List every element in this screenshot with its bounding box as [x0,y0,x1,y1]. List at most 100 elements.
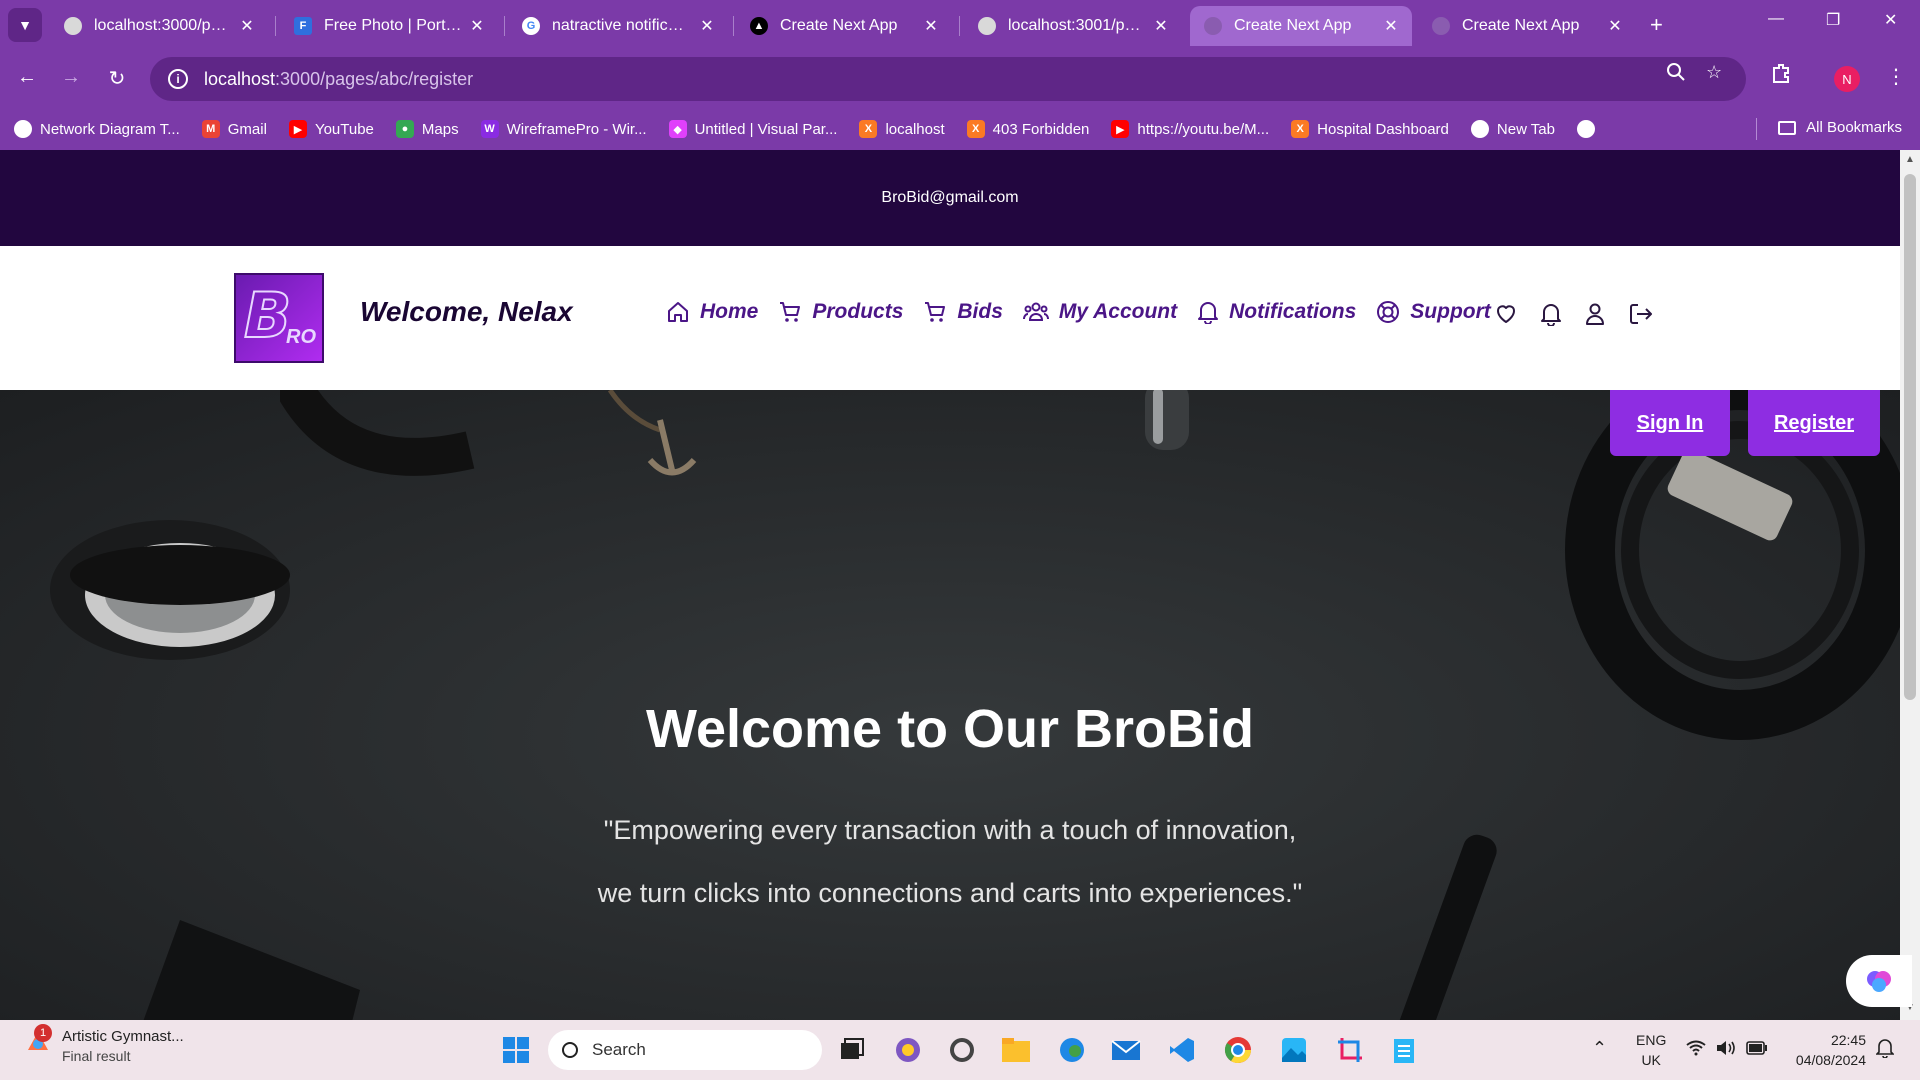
task-view-icon[interactable] [836,1034,868,1066]
windows-start-icon[interactable] [500,1034,532,1066]
close-icon[interactable]: ✕ [1152,16,1170,36]
folder-icon [1778,120,1797,135]
gmail-icon: M [201,120,220,138]
nextjs-icon: ▲ [750,17,768,35]
freepik-icon: F [294,17,312,35]
globe-icon [1576,120,1595,138]
back-button[interactable]: ← [14,66,40,89]
bookmark-item[interactable]: W WireframePro - Wir... [480,120,647,138]
wifi-icon[interactable] [1686,1040,1706,1061]
all-bookmarks-button[interactable]: All Bookmarks [1778,119,1902,136]
welcome-text: Welcome, Nelax [360,296,573,327]
notepad-icon[interactable] [1388,1034,1420,1066]
reload-button[interactable]: ↻ [104,66,130,91]
bookmark-item[interactable]: Network Diagram T... [14,120,180,138]
app-icon-circle[interactable] [892,1034,924,1066]
whatsapp-icon[interactable] [946,1034,978,1066]
tab-title: Create Next App [1234,17,1352,34]
globe-icon [1204,17,1222,35]
globe-icon [978,17,996,35]
photos-icon[interactable] [1278,1034,1310,1066]
scrollbar-thumb[interactable] [1904,174,1916,700]
address-bar[interactable]: i localhost:3000/pages/abc/register [150,57,1746,101]
new-tab-button[interactable]: + [1650,12,1663,38]
browser-tab[interactable]: localhost:3000/pages ✕ [50,6,268,46]
browser-tab[interactable]: G natractive notification ✕ [508,6,728,46]
taskbar-search[interactable]: Search [548,1030,822,1070]
bookmarks-bar: Network Diagram T... M Gmail ▶ YouTube ● Ma… [0,108,1920,150]
snipping-tool-icon[interactable] [1334,1034,1366,1066]
bookmark-item[interactable]: ▶ YouTube [288,120,374,138]
heart-icon[interactable] [1494,302,1518,326]
minimize-icon[interactable]: — [1768,10,1784,28]
web-page: BroBid@gmail.com B RO Welcome, Nelax Hom… [0,150,1900,1020]
battery-icon[interactable] [1746,1040,1768,1060]
register-button[interactable]: Register [1748,390,1880,456]
browser-tab[interactable]: F Free Photo | Portrait ✕ [280,6,498,46]
bookmark-item[interactable]: ▶ https://youtu.be/M... [1111,120,1269,138]
language-indicator[interactable]: ENG UK [1636,1030,1666,1070]
browser-tab-active[interactable]: Create Next App ✕ [1190,6,1412,46]
file-explorer-icon[interactable] [1000,1034,1032,1066]
nav-label: Products [812,300,904,323]
logout-icon[interactable] [1628,302,1654,326]
bookmark-item[interactable]: M Gmail [201,120,267,138]
nav-notifications[interactable]: Notifications [1197,300,1356,324]
page-scrollbar[interactable]: ▲ ▼ [1900,150,1920,1020]
restore-icon[interactable]: ❐ [1826,10,1840,30]
browser-tab[interactable]: localhost:3001/pages ✕ [964,6,1182,46]
site-info-icon[interactable]: i [168,69,188,89]
bookmark-item[interactable]: ◆ Untitled | Visual Par... [668,120,837,138]
bookmark-item[interactable]: ● Maps [395,120,459,138]
close-icon[interactable]: ✕ [922,16,940,36]
close-icon[interactable]: ✕ [238,16,256,36]
bell-icon[interactable] [1540,302,1562,326]
contact-email[interactable]: BroBid@gmail.com [881,189,1018,207]
tab-title: Free Photo | Portrait [324,17,462,34]
menu-icon[interactable]: ⋮ [1886,64,1906,89]
forward-button[interactable]: → [58,66,84,89]
close-icon[interactable]: ✕ [698,16,716,36]
extensions-icon[interactable] [1770,62,1792,89]
mail-icon[interactable] [1110,1034,1142,1066]
ai-assistant-button[interactable] [1846,955,1912,1007]
edge-icon[interactable] [1056,1034,1088,1066]
bookmark-item[interactable]: New Tab [1470,120,1555,138]
sign-in-button[interactable]: Sign In [1610,390,1730,456]
site-logo[interactable]: B RO [234,273,324,363]
globe-icon [1432,17,1450,35]
window-close-icon[interactable]: ✕ [1884,10,1897,30]
zoom-icon[interactable] [1666,62,1686,87]
close-icon[interactable]: ✕ [468,16,486,36]
tab-search-button[interactable]: ▼ [8,8,42,42]
main-nav: Home Products Bids My Account Notificati… [666,300,1511,324]
browser-toolbar: ← → ↻ i localhost:3000/pages/abc/registe… [0,50,1920,108]
nav-bids[interactable]: Bids [923,300,1003,324]
notification-bell-icon[interactable] [1875,1038,1895,1063]
users-icon [1022,302,1049,321]
bookmark-star-icon[interactable]: ☆ [1706,62,1722,83]
nav-support[interactable]: Support [1376,300,1491,324]
browser-tab[interactable]: ▲ Create Next App ✕ [736,6,952,46]
bookmark-item[interactable]: Xlocalhost [859,120,945,138]
clock[interactable]: 22:45 04/08/2024 [1786,1030,1866,1070]
tray-chevron-icon[interactable]: ⌃ [1592,1038,1607,1058]
close-icon[interactable]: ✕ [1382,16,1400,36]
scroll-up-icon[interactable]: ▲ [1905,154,1915,165]
bookmark-item[interactable] [1576,120,1603,138]
bookmark-item[interactable]: X 403 Forbidden [966,120,1089,138]
hero-title: Welcome to Our BroBid [645,699,1255,759]
chrome-icon[interactable] [1222,1034,1254,1066]
browser-tab[interactable]: Create Next App ✕ [1418,6,1636,46]
vscode-icon[interactable] [1166,1034,1198,1066]
bookmark-item[interactable]: X Hospital Dashboard [1291,120,1449,138]
profile-avatar[interactable]: N [1834,66,1860,92]
nav-my-account[interactable]: My Account [1022,300,1177,324]
nav-home[interactable]: Home [666,300,758,324]
tab-title: Create Next App [780,17,898,34]
volume-icon[interactable] [1716,1040,1738,1061]
taskbar-notification[interactable]: 1 Artistic Gymnast... Final result [24,1024,184,1064]
user-icon[interactable] [1584,302,1606,326]
close-icon[interactable]: ✕ [1606,16,1624,36]
nav-products[interactable]: Products [778,300,903,324]
